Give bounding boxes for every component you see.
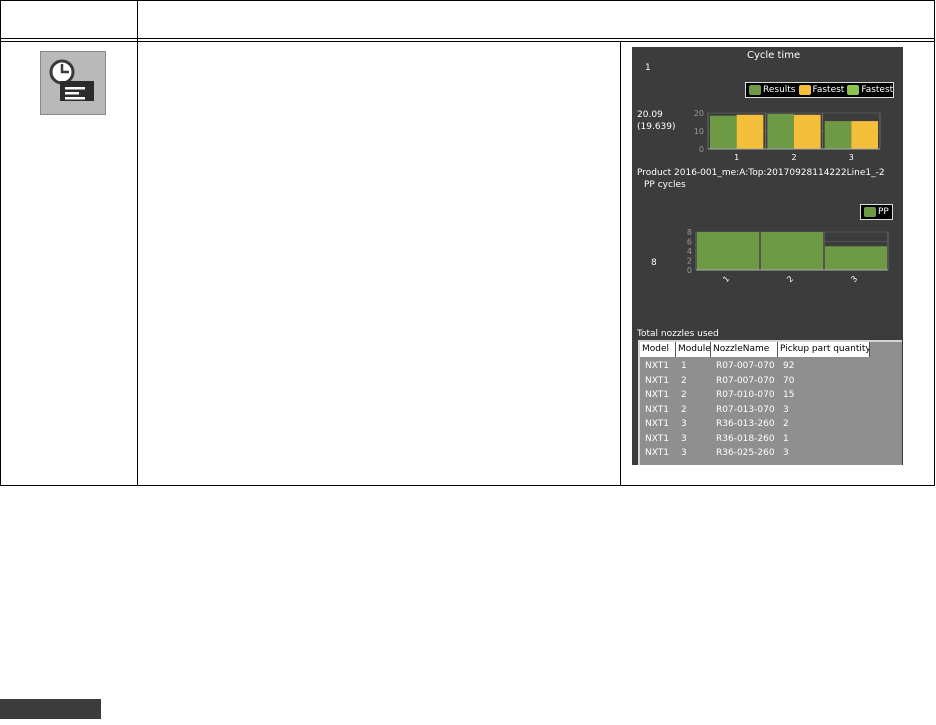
cell-model: NXT1 xyxy=(645,375,669,386)
nozzles-title: Total nozzles used xyxy=(637,329,719,339)
table-col-divider-1 xyxy=(137,0,138,486)
cell-module: 2 xyxy=(681,404,687,415)
table-row: NXT1 2 R07-013-070 3 xyxy=(640,403,838,417)
cell-model: NXT1 xyxy=(645,419,669,429)
table-header-border xyxy=(0,38,935,39)
bar-results xyxy=(767,113,794,149)
legend-swatch-fastest xyxy=(798,85,811,95)
bar-fastest xyxy=(736,114,764,149)
legend-item-pp: PP xyxy=(864,207,889,217)
table-row: NXT1 3 R36-013-260 2 xyxy=(640,417,838,431)
y-tick-label: 0 xyxy=(699,145,704,154)
index-label: 1 xyxy=(645,63,651,73)
cell-nozzlename: R36-025-260 xyxy=(716,448,775,458)
pp-value: 8 xyxy=(651,258,657,268)
cell-pickup-qty: 2 xyxy=(783,419,789,429)
bar-pp xyxy=(697,232,759,270)
legend-item-fastest: Fastest xyxy=(798,85,845,95)
table-row: NXT1 2 R07-007-070 70 xyxy=(640,374,838,388)
nozzles-table-header: Model Module NozzleName Pickup part quan… xyxy=(640,342,870,357)
y-tick-label: 10 xyxy=(694,127,704,136)
legend-item-results: Results xyxy=(749,85,796,95)
x-tick-label: 3 xyxy=(849,153,854,162)
table-bottom-border xyxy=(0,485,935,486)
col-header-pickup-qty: Pickup part quantity xyxy=(778,342,870,357)
cell-pickup-qty: 3 xyxy=(783,404,789,415)
legend-swatch-pp xyxy=(864,207,876,217)
col-header-nozzlename: NozzleName xyxy=(711,342,778,357)
cell-module: 1 xyxy=(681,361,687,371)
y-tick-label: 0 xyxy=(687,266,692,275)
pp-legend: PP xyxy=(860,204,893,220)
cycle-legend: Results Fastest Fastest xyxy=(745,82,894,98)
x-tick-label: 1 xyxy=(734,153,739,162)
cell-model: NXT1 xyxy=(645,361,669,371)
y-tick-label: 20 xyxy=(694,109,704,118)
legend-swatch-fastest-2 xyxy=(847,85,860,95)
cell-nozzlename: R36-018-260 xyxy=(716,433,775,444)
legend-swatch-results xyxy=(749,85,761,95)
cell-pickup-qty: 1 xyxy=(783,433,789,444)
cell-pickup-qty: 15 xyxy=(783,390,795,400)
cycle-time-chart: 0 10 20 1 2 3 xyxy=(694,109,881,162)
cell-model: NXT1 xyxy=(645,404,669,415)
cell-model: NXT1 xyxy=(645,390,669,400)
bar-results xyxy=(710,115,737,149)
cell-nozzlename: R07-007-070 xyxy=(716,361,775,371)
legend-label-fastest: Fastest xyxy=(812,85,845,95)
bar-fastest xyxy=(851,121,878,149)
bar-fastest xyxy=(794,114,821,149)
col-header-model: Model xyxy=(640,342,676,357)
cycle-time-report-icon xyxy=(40,51,106,115)
y-tick-label: 2 xyxy=(687,257,692,266)
table-row: NXT1 2 R07-010-070 15 xyxy=(640,388,838,402)
bar-pp xyxy=(825,246,887,270)
table-left-border xyxy=(0,0,1,486)
table-header-border-double xyxy=(0,41,935,42)
legend-label-results: Results xyxy=(763,85,796,95)
x-tick-label: 1 xyxy=(721,274,731,284)
cycle-fastest-value: (19.639) xyxy=(637,122,676,132)
x-tick-label: 2 xyxy=(785,274,795,284)
legend-label-fastest-2: Fastest xyxy=(861,85,894,95)
table-top-border xyxy=(0,0,935,1)
table-row: NXT1 3 R36-025-260 3 xyxy=(640,446,838,460)
cell-pickup-qty: 3 xyxy=(783,448,789,458)
bar-results xyxy=(824,121,852,149)
cell-pickup-qty: 70 xyxy=(783,375,795,386)
pp-cycles-chart: 024681 2 3 xyxy=(687,228,889,284)
y-tick-label: 8 xyxy=(687,228,692,237)
legend-label-pp: PP xyxy=(878,207,889,217)
table-row: NXT1 3 R36-018-260 1 xyxy=(640,432,838,446)
cycle-time-panel: Cycle time 1 Results Fastest Fastest 20.… xyxy=(632,47,903,465)
cycle-value: 20.09 xyxy=(637,110,663,120)
cell-nozzlename: R07-007-070 xyxy=(716,375,775,386)
cell-module: 3 xyxy=(681,448,687,458)
table-right-border xyxy=(934,0,935,486)
cell-module: 3 xyxy=(681,433,687,444)
nozzles-table: Model Module NozzleName Pickup part quan… xyxy=(638,340,902,465)
x-tick-label: 2 xyxy=(791,153,796,162)
col-header-module: Module xyxy=(676,342,711,357)
cell-module: 2 xyxy=(681,375,687,386)
cell-pickup-qty: 92 xyxy=(783,361,795,371)
y-tick-label: 6 xyxy=(687,238,692,247)
bar-pp xyxy=(761,232,823,270)
table-col-divider-2 xyxy=(620,41,621,486)
cell-nozzlename: R07-013-070 xyxy=(716,404,775,415)
pp-cycles-title: PP cycles xyxy=(644,180,686,190)
footer-bar xyxy=(0,699,101,719)
table-row: NXT1 1 R07-007-070 92 xyxy=(640,359,838,373)
cycle-time-title: Cycle time xyxy=(747,50,801,61)
cell-model: NXT1 xyxy=(645,448,669,458)
x-tick-label: 3 xyxy=(849,274,859,284)
cell-model: NXT1 xyxy=(645,433,669,444)
cell-nozzlename: R36-013-260 xyxy=(716,419,775,429)
legend-item-fastest-2: Fastest xyxy=(847,85,893,95)
cell-module: 2 xyxy=(681,390,687,400)
cell-module: 3 xyxy=(681,419,687,429)
cell-nozzlename: R07-010-070 xyxy=(716,390,775,400)
y-tick-label: 4 xyxy=(687,247,692,256)
product-line-text: Product 2016-001_me:A:Top:20170928114222… xyxy=(637,168,885,178)
